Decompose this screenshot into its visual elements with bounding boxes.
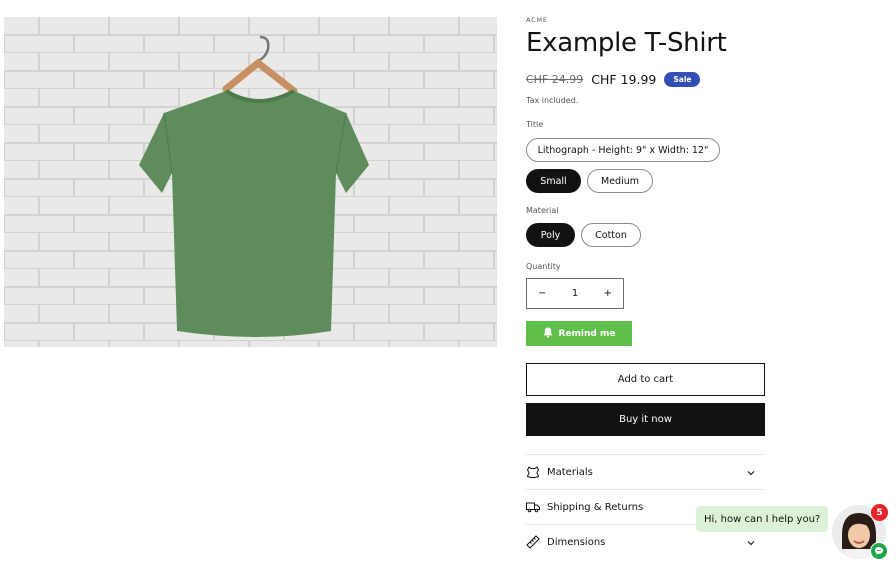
- quantity-value[interactable]: 1: [572, 288, 578, 299]
- quantity-label: Quantity: [526, 262, 561, 271]
- accordion-materials[interactable]: Materials: [526, 454, 765, 489]
- option-poly[interactable]: Poly: [526, 223, 575, 247]
- remind-me-button[interactable]: Remind me: [526, 321, 632, 346]
- chat-greeting-bubble[interactable]: Hi, how can I help you?: [696, 506, 829, 532]
- material-option-label: Material: [526, 206, 559, 215]
- quantity-decrease-button[interactable]: −: [538, 288, 546, 299]
- chevron-down-icon: [747, 468, 755, 479]
- vendor-label: ACME: [526, 16, 548, 24]
- quantity-stepper: − 1 +: [526, 278, 624, 309]
- option-small[interactable]: Small: [526, 169, 581, 193]
- buy-it-now-button[interactable]: Buy it now: [526, 403, 765, 436]
- accordion-label: Materials: [547, 466, 593, 478]
- product-title: Example T-Shirt: [526, 28, 727, 58]
- price-row: CHF 24.99 CHF 19.99 Sale: [526, 72, 701, 87]
- compare-at-price: CHF 24.99: [526, 73, 584, 86]
- option-medium[interactable]: Medium: [587, 169, 653, 193]
- sale-price: CHF 19.99: [591, 72, 657, 87]
- product-image[interactable]: [4, 17, 497, 347]
- tax-note: Tax included.: [526, 96, 579, 105]
- add-to-cart-button[interactable]: Add to cart: [526, 363, 765, 396]
- option-lithograph[interactable]: Lithograph - Height: 9" x Width: 12": [526, 138, 720, 162]
- quantity-increase-button[interactable]: +: [604, 288, 612, 299]
- unread-count-badge: 5: [871, 504, 888, 521]
- ruler-icon: [526, 535, 540, 549]
- leather-icon: [526, 465, 540, 479]
- truck-icon: [526, 500, 540, 514]
- chat-icon[interactable]: [870, 542, 888, 560]
- accordion-label: Shipping & Returns: [547, 501, 644, 513]
- tshirt-photo: [4, 17, 497, 347]
- sale-badge: Sale: [664, 72, 701, 87]
- bell-icon: [543, 327, 553, 341]
- option-cotton[interactable]: Cotton: [581, 223, 641, 247]
- accordion-label: Dimensions: [547, 536, 606, 548]
- chevron-down-icon: [747, 538, 755, 549]
- title-option-label: Title: [526, 120, 544, 129]
- remind-me-label: Remind me: [558, 328, 616, 339]
